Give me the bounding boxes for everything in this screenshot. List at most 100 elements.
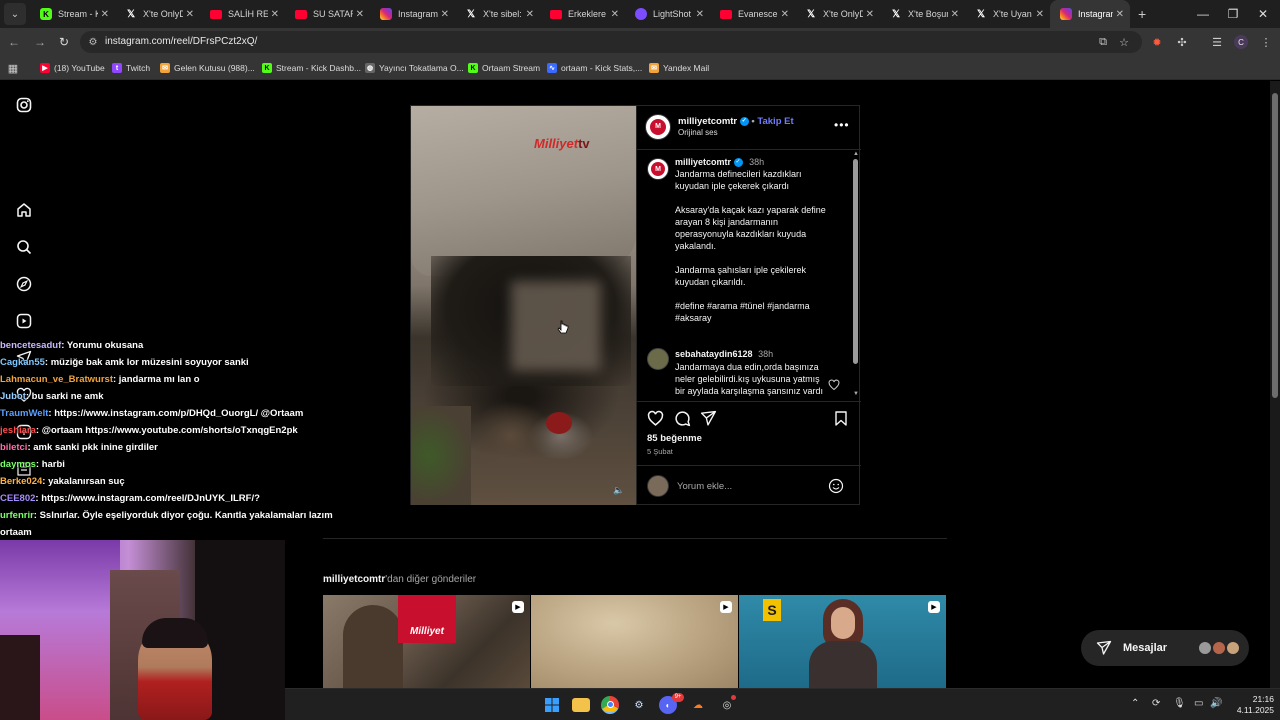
back-icon[interactable]: ← [6,34,22,50]
steam-icon[interactable]: ⚙ [630,696,648,714]
chrome-icon[interactable] [601,696,619,714]
more-options-icon[interactable]: ••• [834,118,850,132]
follow-button[interactable]: Takip Et [757,116,793,127]
browser-tab[interactable]: 𝕏 X'te OnlyD ✕ [115,0,200,28]
close-tab-icon[interactable]: ✕ [781,9,789,20]
comments-scroll-thumb[interactable] [853,159,858,364]
page-scrollbar[interactable] [1270,81,1280,720]
comment-like-heart-icon[interactable] [828,378,840,391]
bookmark-item[interactable]: ✉ Gelen Kutusu (988)... [160,61,255,75]
instagram-logo-icon[interactable] [14,95,34,115]
soundcloud-icon[interactable]: ☁ [689,696,707,714]
more-post-thumbnail[interactable]: ▶ [531,595,738,690]
page-scroll-thumb[interactable] [1272,93,1278,398]
profile-avatar[interactable]: C [1234,35,1248,49]
caption-username[interactable]: milliyetcomtr [675,157,731,167]
bookmark-item[interactable]: K Ortaam Stream [468,61,540,75]
close-tab-icon[interactable]: ✕ [101,9,109,20]
more-posts-username[interactable]: milliyetcomtr [323,574,385,585]
extension-icon[interactable]: ✹ [1150,35,1164,49]
close-tab-icon[interactable]: ✕ [1116,9,1124,20]
browser-tab[interactable]: 𝕏 X'te Boşun ✕ [880,0,965,28]
author-avatar[interactable]: M [645,114,671,140]
reading-list-icon[interactable]: ☰ [1210,35,1224,49]
apps-grid-icon[interactable]: ▦ [6,61,20,75]
author-username[interactable]: milliyetcomtr [678,116,737,127]
reels-icon[interactable] [14,311,34,331]
close-tab-icon[interactable]: ✕ [866,9,874,20]
comment-input[interactable]: Yorum ekle... [677,481,732,492]
extensions-puzzle-icon[interactable]: ✣ [1175,35,1189,49]
menu-kebab-icon[interactable]: ⋮ [1259,35,1273,49]
maximize-icon[interactable]: ❐ [1218,0,1248,28]
bookmark-item[interactable]: ◍ Yayıncı Tokatlama O... [365,61,464,75]
tray-mic-icon[interactable]: 🎙 [1173,698,1186,709]
browser-tab[interactable]: K Stream - K ✕ [30,0,115,28]
windows-start-icon[interactable] [543,696,561,714]
close-tab-icon[interactable]: ✕ [186,9,194,20]
tray-sync-icon[interactable]: ⟳ [1152,698,1160,709]
bookmark-item[interactable]: t Twitch [112,61,150,75]
bookmark-item[interactable]: ∿ ortaam - Kick Stats,... [547,61,642,75]
scroll-down-icon[interactable]: ▼ [853,391,859,397]
site-info-icon[interactable]: ⚙ [86,35,100,49]
explore-compass-icon[interactable] [14,274,34,294]
browser-tab[interactable]: LightShot ✕ [625,0,710,28]
like-count[interactable]: 85 beğenme [647,433,702,444]
tab-search-button[interactable]: ⌄ [4,3,26,25]
reload-icon[interactable]: ↻ [56,34,72,50]
tray-display-icon[interactable]: ▭ [1194,698,1203,709]
close-tab-icon[interactable]: ✕ [611,9,619,20]
caption-avatar[interactable]: M [647,158,669,180]
bookmark-item[interactable]: ✉ Yandex Mail [649,61,709,75]
browser-tab[interactable]: 𝕏 X'te Uyan ✕ [965,0,1050,28]
more-post-thumbnail[interactable]: Milliyet ▶ [323,595,530,690]
minimize-icon[interactable]: — [1188,0,1218,28]
new-tab-button[interactable]: + [1138,6,1146,22]
close-tab-icon[interactable]: ✕ [526,9,534,20]
browser-tab[interactable]: Instagram✕ [1050,0,1130,28]
caption-hashtags[interactable]: #define #arama #tünel #jandarma #aksaray [675,300,835,324]
bookmark-item[interactable]: ▶ (18) YouTube [40,61,105,75]
close-tab-icon[interactable]: ✕ [696,9,704,20]
forward-icon[interactable]: → [32,34,48,50]
commenter-avatar[interactable] [647,348,669,370]
messages-button[interactable]: Mesajlar [1081,630,1249,666]
tray-chevron-icon[interactable]: ⌃ [1131,698,1139,709]
browser-tab[interactable]: 𝕏 X'te OnlyD ✕ [795,0,880,28]
search-icon[interactable] [14,237,34,257]
close-tab-icon[interactable]: ✕ [271,9,279,20]
home-icon[interactable] [14,200,34,220]
like-heart-icon[interactable] [646,409,664,427]
browser-tab[interactable]: SU SATARA✕ [285,0,370,28]
install-app-icon[interactable]: ⧉ [1096,35,1110,49]
mute-icon[interactable]: 🔈 [612,483,626,497]
close-tab-icon[interactable]: ✕ [951,9,959,20]
file-explorer-icon[interactable] [572,698,590,712]
more-post-thumbnail[interactable]: S ▶ [739,595,946,690]
scroll-up-icon[interactable]: ▲ [853,151,859,157]
clock-date: 4.11.2025 [1236,705,1274,715]
bookmark-star-icon[interactable]: ☆ [1117,35,1131,49]
tab-label: Instagram [1078,9,1113,19]
close-tab-icon[interactable]: ✕ [1036,9,1044,20]
reel-video[interactable]: Milliyettv 🔈 [411,106,636,505]
thumb-milliyet-logo: Milliyet [398,595,456,643]
close-tab-icon[interactable]: ✕ [441,9,449,20]
audio-label[interactable]: Orijinal ses [678,128,718,137]
browser-tab[interactable]: SALİH REİ ✕ [200,0,285,28]
address-bar[interactable]: ⚙ instagram.com/reel/DFrsPCzt2xQ/ [80,31,1142,53]
browser-tab[interactable]: Erkeklere ✕ [540,0,625,28]
system-clock[interactable]: 21:16 4.11.2025 [1212,694,1274,716]
close-tab-icon[interactable]: ✕ [356,9,364,20]
browser-tab[interactable]: 𝕏 X'te sibel: ✕ [455,0,540,28]
browser-tab[interactable]: Evanescen✕ [710,0,795,28]
browser-tab[interactable]: Instagram✕ [370,0,455,28]
comment-bubble-icon[interactable] [673,409,691,427]
share-send-icon[interactable] [699,409,717,427]
close-window-icon[interactable]: ✕ [1248,0,1278,28]
comment-username[interactable]: sebahataydin6128 [675,349,753,359]
bookmark-item[interactable]: K Stream - Kick Dashb... [262,61,361,75]
emoji-smile-icon[interactable] [828,478,844,494]
save-bookmark-icon[interactable] [832,409,850,427]
